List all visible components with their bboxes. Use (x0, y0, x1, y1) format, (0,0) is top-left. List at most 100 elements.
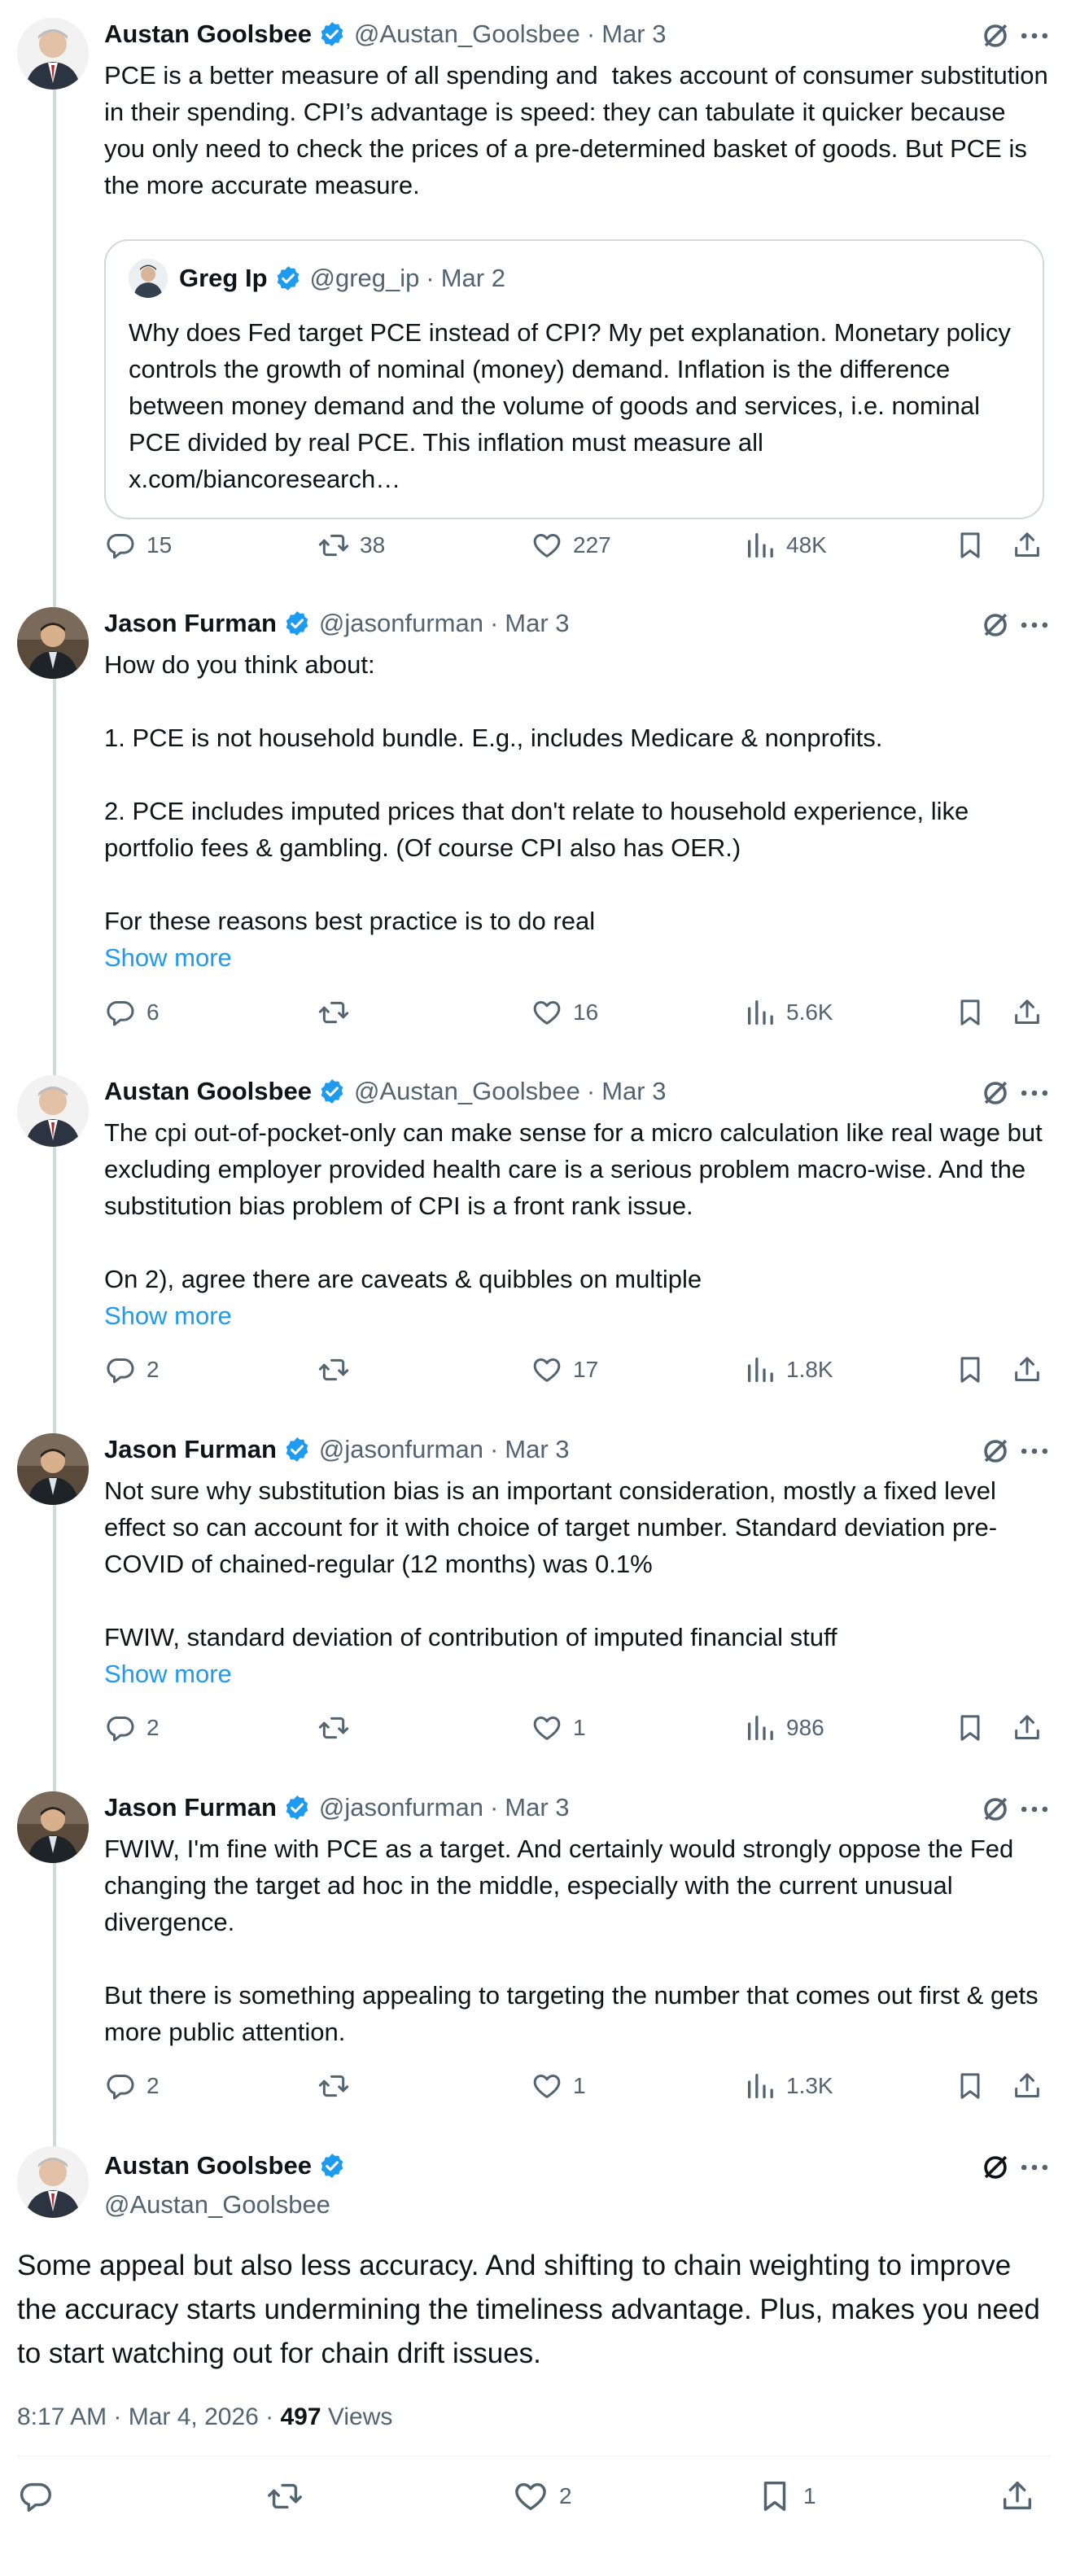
views-chart-icon (744, 2070, 776, 2102)
share-button[interactable] (1011, 1708, 1043, 1747)
like-button[interactable]: 1 (531, 2066, 586, 2106)
author-handle[interactable]: @Austan_Goolsbee (354, 20, 580, 49)
tweet[interactable]: Jason Furman @jasonfurman · Mar 3 How do… (0, 604, 1067, 1043)
avatar[interactable] (17, 1791, 89, 1863)
author-name[interactable]: Austan Goolsbee (104, 20, 312, 49)
repost-icon (317, 1712, 350, 1744)
grok-icon[interactable] (977, 2150, 1013, 2185)
like-button[interactable]: 17 (531, 1350, 598, 1389)
more-dots-icon[interactable] (1017, 1433, 1052, 1469)
author-handle[interactable]: @jasonfurman (319, 1793, 483, 1822)
repost-button[interactable] (317, 2066, 360, 2106)
heart-icon (531, 1712, 563, 1744)
repost-button[interactable] (317, 993, 360, 1032)
more-dots-icon[interactable] (1017, 1791, 1052, 1827)
avatar[interactable] (17, 607, 89, 679)
quote-tweet[interactable]: Greg Ip @greg_ip · Mar 2 Why does Fed ta… (104, 239, 1044, 519)
author-name[interactable]: Austan Goolsbee (104, 1077, 312, 1106)
bookmark-icon (756, 2478, 794, 2515)
reply-button[interactable]: 15 (104, 526, 172, 565)
tweet[interactable]: Austan Goolsbee @Austan_Goolsbee · Mar 3… (0, 15, 1067, 568)
tweet-text-content: The cpi out-of-pocket-only can make sens… (104, 1118, 1043, 1293)
share-button[interactable] (1011, 993, 1043, 1032)
bookmark-button[interactable] (954, 1350, 986, 1389)
tweet-date[interactable]: Mar 3 (505, 1435, 569, 1464)
verified-badge-icon (318, 2152, 346, 2180)
tweet-text: Not sure why substitution bias is an imp… (104, 1472, 1048, 1692)
reply-icon (104, 1712, 137, 1744)
avatar[interactable] (17, 1075, 89, 1147)
reply-button[interactable] (17, 2472, 64, 2521)
views-button[interactable]: 48K (744, 526, 827, 565)
author-name[interactable]: Jason Furman (104, 1793, 277, 1822)
views-count: 1.8K (786, 1357, 833, 1382)
main-tweet[interactable]: Austan Goolsbee @Austan_Goolsbee Some ap… (0, 2146, 1067, 2569)
tweet[interactable]: Jason Furman @jasonfurman · Mar 3 Not su… (0, 1430, 1067, 1760)
show-more-link[interactable]: Show more (104, 939, 1048, 976)
author-name[interactable]: Austan Goolsbee (104, 2151, 312, 2180)
grok-icon[interactable] (977, 18, 1013, 54)
like-count: 227 (573, 532, 611, 558)
tweet-date[interactable]: Mar 3 (601, 1077, 666, 1106)
more-dots-icon[interactable] (1017, 1075, 1052, 1111)
grok-icon[interactable] (977, 1433, 1013, 1469)
bookmark-button[interactable]: 1 (756, 2472, 816, 2521)
share-button[interactable] (1011, 526, 1043, 565)
views-button[interactable]: 986 (744, 1708, 824, 1747)
like-button[interactable]: 227 (531, 526, 611, 565)
tweet-date[interactable]: Mar 3 (601, 20, 666, 49)
views-button[interactable]: 1.8K (744, 1350, 833, 1389)
bookmark-icon (954, 529, 986, 562)
avatar[interactable] (17, 18, 89, 90)
share-button[interactable] (999, 2472, 1036, 2521)
separator-dot: · (586, 20, 596, 48)
author-handle[interactable]: @jasonfurman (319, 609, 483, 638)
avatar[interactable] (17, 2146, 89, 2218)
author-handle[interactable]: @jasonfurman (319, 1435, 483, 1464)
author-name[interactable]: Jason Furman (104, 1435, 277, 1464)
tweet-date[interactable]: Mar 3 (505, 609, 569, 638)
repost-button[interactable] (317, 1708, 360, 1747)
quote-avatar (129, 259, 168, 298)
author-name[interactable]: Jason Furman (104, 609, 277, 638)
bookmark-button[interactable] (954, 2066, 986, 2106)
share-button[interactable] (1011, 1350, 1043, 1389)
reply-button[interactable]: 2 (104, 1350, 160, 1389)
repost-button[interactable]: 38 (317, 526, 385, 565)
share-icon (1011, 996, 1043, 1029)
reply-button[interactable]: 2 (104, 1708, 160, 1747)
show-more-link[interactable]: Show more (104, 1655, 1048, 1692)
more-dots-icon[interactable] (1017, 607, 1052, 643)
like-button[interactable]: 1 (531, 1708, 586, 1747)
bookmark-button[interactable] (954, 993, 986, 1032)
repost-button[interactable] (317, 1350, 360, 1389)
tweet-text: The cpi out-of-pocket-only can make sens… (104, 1114, 1048, 1334)
grok-icon[interactable] (977, 607, 1013, 643)
tweet-date[interactable]: Mar 3 (505, 1793, 569, 1822)
author-handle[interactable]: @Austan_Goolsbee (104, 2185, 354, 2224)
tweet-timestamp[interactable]: 8:17 AM · Mar 4, 2026 · (17, 2403, 280, 2430)
author-handle[interactable]: @Austan_Goolsbee (354, 1077, 580, 1106)
reply-button[interactable]: 2 (104, 2066, 160, 2106)
avatar[interactable] (17, 1433, 89, 1505)
views-count: 48K (786, 532, 827, 558)
bookmark-button[interactable] (954, 526, 986, 565)
views-button[interactable]: 1.3K (744, 2066, 833, 2106)
like-button[interactable]: 16 (531, 993, 598, 1032)
tweet[interactable]: Jason Furman @jasonfurman · Mar 3 FWIW, … (0, 1788, 1067, 2118)
more-dots-icon[interactable] (1017, 2150, 1052, 2185)
share-button[interactable] (1011, 2066, 1043, 2106)
more-dots-icon[interactable] (1017, 18, 1052, 54)
show-more-link[interactable]: Show more (104, 1297, 1048, 1334)
like-button[interactable]: 2 (512, 2472, 572, 2521)
views-button[interactable]: 5.6K (744, 993, 833, 1032)
reply-button[interactable]: 6 (104, 993, 160, 1032)
repost-button[interactable] (266, 2472, 313, 2521)
tweet[interactable]: Austan Goolsbee @Austan_Goolsbee · Mar 3… (0, 1072, 1067, 1402)
tweet-text-content: PCE is a better measure of all spending … (104, 61, 1056, 199)
tweet-text-content: Not sure why substitution bias is an imp… (104, 1476, 998, 1651)
bookmark-button[interactable] (954, 1708, 986, 1747)
repost-icon (317, 529, 350, 562)
grok-icon[interactable] (977, 1791, 1013, 1827)
grok-icon[interactable] (977, 1075, 1013, 1111)
